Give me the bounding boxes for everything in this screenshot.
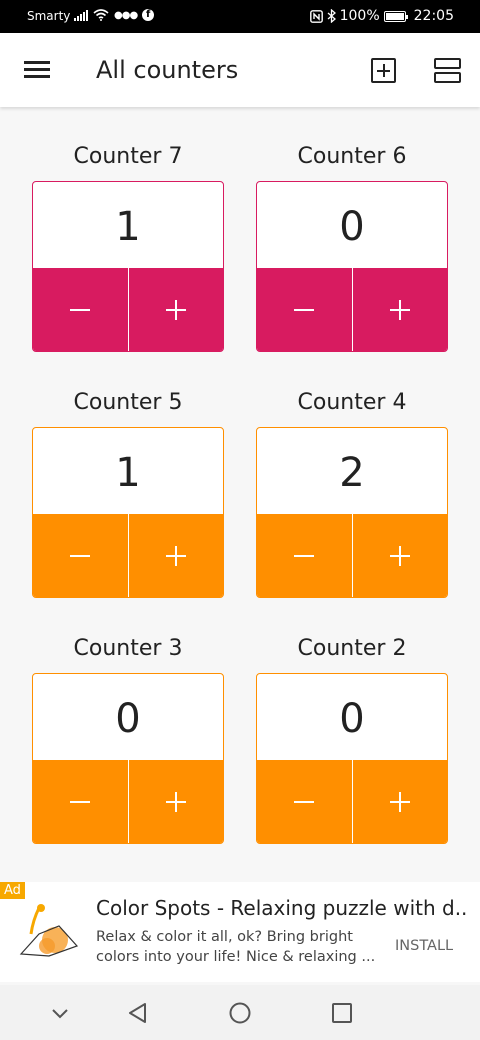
ad-description: Relax & color it all, ok? Bring bright c… xyxy=(96,929,376,965)
counter-value[interactable]: 1 xyxy=(33,428,223,514)
decrement-button[interactable] xyxy=(257,268,352,351)
status-bar: Smarty ●●● f 100% 22:05 xyxy=(0,0,480,33)
counter-name[interactable]: Counter 6 xyxy=(256,144,448,169)
battery-percent: 100% xyxy=(339,8,380,24)
counter-value[interactable]: 0 xyxy=(257,182,447,268)
wifi-icon xyxy=(93,9,109,21)
increment-button[interactable] xyxy=(127,760,223,843)
facebook-icon: f xyxy=(142,9,155,21)
minus-icon xyxy=(294,309,315,311)
ad-banner[interactable]: Ad Color Spots - Relaxing puzzle with d.… xyxy=(0,882,480,982)
chevron-down-icon[interactable] xyxy=(46,999,74,1027)
menu-icon[interactable] xyxy=(24,61,50,79)
increment-button[interactable] xyxy=(351,760,447,843)
minus-icon xyxy=(294,801,315,803)
signal-icon xyxy=(74,9,88,21)
increment-button[interactable] xyxy=(127,268,223,351)
decrement-button[interactable] xyxy=(33,760,128,843)
system-nav-bar xyxy=(0,985,480,1040)
ad-app-icon xyxy=(15,900,81,966)
carrier-name: Smarty xyxy=(27,9,71,23)
minus-icon xyxy=(70,801,91,803)
back-icon[interactable] xyxy=(124,999,152,1027)
plus-icon xyxy=(165,792,186,812)
counter-name[interactable]: Counter 5 xyxy=(32,390,224,415)
plus-icon xyxy=(165,546,186,566)
decrement-button[interactable] xyxy=(257,514,352,597)
minus-icon xyxy=(70,555,91,557)
layout-toggle-icon[interactable] xyxy=(434,58,461,84)
counter-value[interactable]: 1 xyxy=(33,182,223,268)
decrement-button[interactable] xyxy=(257,760,352,843)
increment-button[interactable] xyxy=(351,514,447,597)
counter-value[interactable]: 0 xyxy=(33,674,223,760)
plus-icon xyxy=(389,792,410,812)
bluetooth-icon xyxy=(327,9,336,23)
home-icon[interactable] xyxy=(226,999,254,1027)
counter-name[interactable]: Counter 7 xyxy=(32,144,224,169)
recents-icon[interactable] xyxy=(328,999,356,1027)
counter-value[interactable]: 2 xyxy=(257,428,447,514)
more-notifications-icon: ●●● xyxy=(114,9,138,21)
battery-icon xyxy=(383,10,408,22)
minus-icon xyxy=(294,555,315,557)
ad-title: Color Spots - Relaxing puzzle with d... xyxy=(96,896,466,920)
page-title: All counters xyxy=(96,56,239,84)
counter-value[interactable]: 0 xyxy=(257,674,447,760)
app-bar: All counters xyxy=(0,33,480,107)
minus-icon xyxy=(70,309,91,311)
plus-icon xyxy=(389,300,410,320)
decrement-button[interactable] xyxy=(33,268,128,351)
plus-icon xyxy=(165,300,186,320)
ad-badge: Ad xyxy=(0,882,25,899)
increment-button[interactable] xyxy=(351,268,447,351)
install-button[interactable]: INSTALL xyxy=(395,938,453,954)
add-counter-icon[interactable] xyxy=(371,58,396,83)
decrement-button[interactable] xyxy=(33,514,128,597)
nfc-icon xyxy=(309,9,323,23)
counter-name[interactable]: Counter 4 xyxy=(256,390,448,415)
increment-button[interactable] xyxy=(127,514,223,597)
plus-icon xyxy=(389,546,410,566)
clock: 22:05 xyxy=(413,8,454,24)
counter-name[interactable]: Counter 2 xyxy=(256,636,448,661)
counter-name[interactable]: Counter 3 xyxy=(32,636,224,661)
